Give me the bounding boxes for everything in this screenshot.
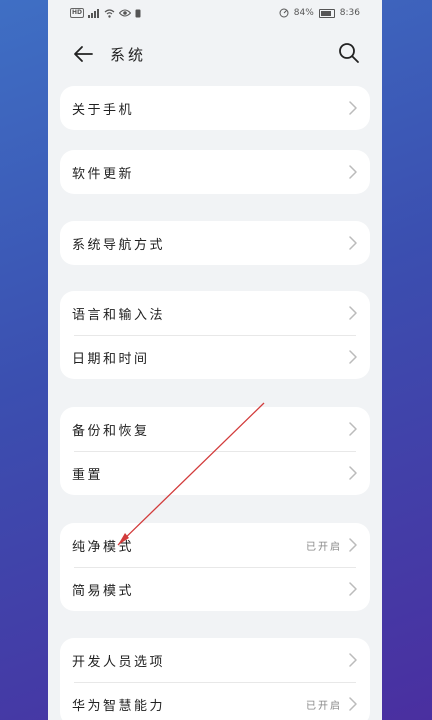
settings-item[interactable]: 备份和恢复 <box>60 407 370 451</box>
settings-item-label: 简易模式 <box>72 583 135 599</box>
settings-group: 备份和恢复 重置 <box>60 407 370 495</box>
settings-item[interactable]: 关于手机 <box>60 86 370 130</box>
settings-item-status: 已开启 <box>306 700 342 712</box>
app-header: 系统 <box>48 28 382 80</box>
back-arrow-icon[interactable] <box>72 42 96 66</box>
settings-item-label: 开发人员选项 <box>72 654 166 670</box>
clock: 8:36 <box>339 8 360 18</box>
settings-screen: HD 84% 8:36 系统 关于手机 软件更新 系统导航方式 语言和输入法 日… <box>48 0 382 720</box>
chevron-right-icon <box>349 306 357 320</box>
status-bar: HD 84% 8:36 <box>48 0 382 28</box>
chevron-right-icon <box>349 538 357 552</box>
battery-icon <box>318 8 335 18</box>
settings-item-label: 关于手机 <box>72 102 135 118</box>
settings-item[interactable]: 软件更新 <box>60 150 370 194</box>
search-icon[interactable] <box>338 42 360 64</box>
speed-icon <box>279 8 289 18</box>
chevron-right-icon <box>349 101 357 115</box>
settings-item-label: 重置 <box>72 467 104 483</box>
status-right-icons: 84% 8:36 <box>279 8 360 18</box>
chevron-right-icon <box>349 653 357 667</box>
settings-item-label: 系统导航方式 <box>72 237 166 253</box>
settings-item-label: 纯净模式 <box>72 539 135 555</box>
settings-item[interactable]: 开发人员选项 <box>60 638 370 682</box>
eye-icon <box>119 9 132 17</box>
chevron-right-icon <box>349 422 357 436</box>
settings-group: 软件更新 <box>60 150 370 194</box>
battery-percent: 84% <box>293 8 314 18</box>
settings-item-status: 已开启 <box>306 541 342 553</box>
settings-item[interactable]: 系统导航方式 <box>60 221 370 265</box>
settings-item[interactable]: 重置 <box>60 451 370 495</box>
settings-item-label: 备份和恢复 <box>72 423 150 439</box>
page-title: 系统 <box>110 46 147 64</box>
status-left-icons: HD <box>70 8 141 18</box>
chevron-right-icon <box>349 466 357 480</box>
settings-item[interactable]: 简易模式 <box>60 567 370 611</box>
chevron-right-icon <box>349 697 357 711</box>
chevron-right-icon <box>349 236 357 250</box>
notification-icon <box>135 9 141 17</box>
settings-group: 纯净模式 已开启简易模式 <box>60 523 370 611</box>
settings-item-label: 华为智慧能力 <box>72 698 166 714</box>
signal-icon <box>88 8 100 18</box>
settings-item-label: 软件更新 <box>72 166 135 182</box>
settings-item-label: 日期和时间 <box>72 351 150 367</box>
hd-icon: HD <box>70 8 85 18</box>
chevron-right-icon <box>349 350 357 364</box>
settings-item[interactable]: 语言和输入法 <box>60 291 370 335</box>
chevron-right-icon <box>349 582 357 596</box>
settings-item[interactable]: 日期和时间 <box>60 335 370 379</box>
settings-group: 开发人员选项 华为智慧能力 已开启 <box>60 638 370 720</box>
settings-item[interactable]: 纯净模式 已开启 <box>60 523 370 567</box>
chevron-right-icon <box>349 165 357 179</box>
settings-group: 关于手机 <box>60 86 370 130</box>
settings-group: 系统导航方式 <box>60 221 370 265</box>
wifi-icon <box>104 8 115 18</box>
settings-item-label: 语言和输入法 <box>72 307 166 323</box>
settings-item[interactable]: 华为智慧能力 已开启 <box>60 682 370 720</box>
settings-group: 语言和输入法 日期和时间 <box>60 291 370 379</box>
